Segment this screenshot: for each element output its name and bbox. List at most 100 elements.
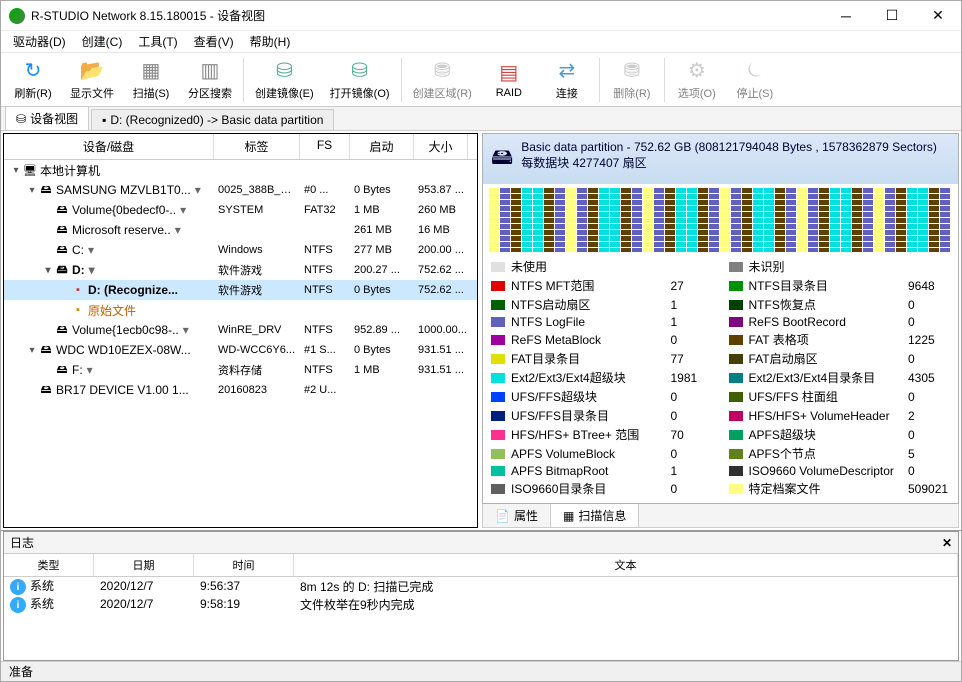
sector-block <box>863 194 873 199</box>
log-row[interactable]: i系统2020/12/79:56:378m 12s 的 D: 扫描已完成 <box>4 577 958 595</box>
col-size[interactable]: 大小 <box>414 134 468 159</box>
legend-value: 2 <box>908 409 950 423</box>
toolbar-button[interactable]: ▤RAID <box>481 55 537 105</box>
device-row[interactable]: ▾🖴WDC WD10EZEX-08W...WD-WCC6Y6...#1 S...… <box>4 340 477 360</box>
toolbar-button[interactable]: 📂显示文件 <box>63 55 121 105</box>
sector-block <box>841 206 851 211</box>
minimize-button[interactable]: ─ <box>823 1 869 31</box>
sector-map[interactable] <box>483 184 958 252</box>
dropdown-icon[interactable]: ▾ <box>179 323 193 337</box>
sector-block <box>786 236 796 241</box>
toolbar-button[interactable]: ⇄连接 <box>539 55 595 105</box>
sector-block <box>753 200 763 205</box>
sector-block <box>632 206 642 211</box>
sector-block <box>610 200 620 205</box>
sector-block <box>665 218 675 223</box>
sector-block <box>555 218 565 223</box>
info-tab[interactable]: 📄属性 <box>483 504 551 527</box>
legend-name: FAT启动扇区 <box>749 350 903 367</box>
toolbar-button[interactable]: ▥分区搜索 <box>181 55 239 105</box>
device-row[interactable]: 🖴Microsoft reserve..▾261 MB16 MB <box>4 220 477 240</box>
device-row[interactable]: ▪原始文件 <box>4 300 477 320</box>
menu-item[interactable]: 驱动器(D) <box>5 31 74 52</box>
device-name: C: <box>72 243 84 257</box>
legend-row: ISO9660 VolumeDescriptor0 <box>729 464 951 478</box>
sector-block <box>764 206 774 211</box>
device-row[interactable]: 🖴Volume{1ecb0c98-..▾WinRE_DRVNTFS952.89 … <box>4 320 477 340</box>
sector-block <box>577 224 587 229</box>
close-button[interactable]: ✕ <box>915 1 961 31</box>
sector-block <box>588 206 598 211</box>
expand-icon[interactable]: ▾ <box>42 265 54 276</box>
sector-block <box>709 188 719 193</box>
cell-start: 261 MB <box>350 224 414 236</box>
menu-item[interactable]: 创建(C) <box>74 31 131 52</box>
device-row[interactable]: 🖴BR17 DEVICE V1.00 1...20160823#2 U... <box>4 380 477 400</box>
device-row[interactable]: ▪D: (Recognize...软件游戏NTFS0 Bytes752.62 .… <box>4 280 477 300</box>
menu-item[interactable]: 帮助(H) <box>242 31 299 52</box>
expand-icon[interactable]: ▾ <box>26 345 38 356</box>
legend-value: 1 <box>671 315 713 329</box>
info-tab[interactable]: ▦扫描信息 <box>551 504 639 527</box>
sector-block <box>841 236 851 241</box>
device-row[interactable]: ▾🖴D:▾软件游戏NTFS200.27 ...752.62 ... <box>4 260 477 280</box>
log-body[interactable]: i系统2020/12/79:56:378m 12s 的 D: 扫描已完成i系统2… <box>4 577 958 660</box>
sector-block <box>522 224 532 229</box>
dropdown-icon[interactable]: ▾ <box>191 183 205 197</box>
device-row[interactable]: 🖴C:▾WindowsNTFS277 MB200.00 ... <box>4 240 477 260</box>
log-col-type[interactable]: 类型 <box>4 554 94 576</box>
sector-block <box>929 236 939 241</box>
toolbar-button[interactable]: ⛁创建镜像(E) <box>248 55 321 105</box>
view-tab[interactable]: ▪D: (Recognized0) -> Basic data partitio… <box>91 109 334 130</box>
sector-block <box>555 224 565 229</box>
sector-block <box>577 218 587 223</box>
menu-item[interactable]: 查看(V) <box>186 31 242 52</box>
col-label[interactable]: 标签 <box>214 134 300 159</box>
expand-icon[interactable]: ▾ <box>10 165 22 176</box>
col-device[interactable]: 设备/磁盘 <box>4 134 214 159</box>
sector-block <box>544 188 554 193</box>
cell-fs: NTFS <box>300 364 350 376</box>
device-tree[interactable]: ▾🖥本地计算机▾🖴SAMSUNG MZVLB1T0...▾0025_388B_9… <box>4 160 477 527</box>
status-text: 准备 <box>9 663 33 680</box>
expand-icon[interactable]: ▾ <box>26 185 38 196</box>
dropdown-icon[interactable]: ▾ <box>171 223 185 237</box>
menu-item[interactable]: 工具(T) <box>130 31 185 52</box>
log-row[interactable]: i系统2020/12/79:58:19文件枚举在9秒内完成 <box>4 595 958 613</box>
toolbar-button[interactable]: ↻刷新(R) <box>5 55 61 105</box>
sector-block <box>819 188 829 193</box>
sector-block <box>874 218 884 223</box>
sector-block <box>940 212 950 217</box>
dropdown-icon[interactable]: ▾ <box>84 243 98 257</box>
log-col-date[interactable]: 日期 <box>94 554 194 576</box>
device-row[interactable]: 🖴F:▾资料存储NTFS1 MB931.51 ... <box>4 360 477 380</box>
device-row[interactable]: 🖴Volume{0bedecf0-..▾SYSTEMFAT321 MB260 M… <box>4 200 477 220</box>
device-name: 原始文件 <box>88 302 136 319</box>
sector-block <box>819 212 829 217</box>
sector-block <box>632 242 642 247</box>
toolbar-button[interactable]: ⛁打开镜像(O) <box>323 55 397 105</box>
log-close-icon[interactable]: ✕ <box>942 536 952 550</box>
sector-block <box>500 230 510 235</box>
sector-block <box>566 212 576 217</box>
view-tab[interactable]: ⛁设备视图 <box>5 106 89 130</box>
legend-swatch <box>729 354 743 364</box>
device-row[interactable]: ▾🖴SAMSUNG MZVLB1T0...▾0025_388B_9...#0 .… <box>4 180 477 200</box>
device-name: D: (Recognize... <box>88 283 178 297</box>
log-col-time[interactable]: 时间 <box>194 554 294 576</box>
toolbar-button[interactable]: ▦扫描(S) <box>123 55 179 105</box>
dropdown-icon[interactable]: ▾ <box>176 203 190 217</box>
device-row[interactable]: ▾🖥本地计算机 <box>4 160 477 180</box>
maximize-button[interactable]: ☐ <box>869 1 915 31</box>
col-start[interactable]: 启动 <box>350 134 414 159</box>
sector-block <box>764 230 774 235</box>
toolbar-label: RAID <box>496 87 522 99</box>
sector-block <box>621 188 631 193</box>
log-col-text[interactable]: 文本 <box>294 554 958 576</box>
sector-block <box>709 236 719 241</box>
dropdown-icon[interactable]: ▾ <box>85 263 99 277</box>
dropdown-icon[interactable]: ▾ <box>83 363 97 377</box>
log-time: 9:58:19 <box>194 597 294 611</box>
sector-block <box>731 212 741 217</box>
col-fs[interactable]: FS <box>300 134 350 159</box>
